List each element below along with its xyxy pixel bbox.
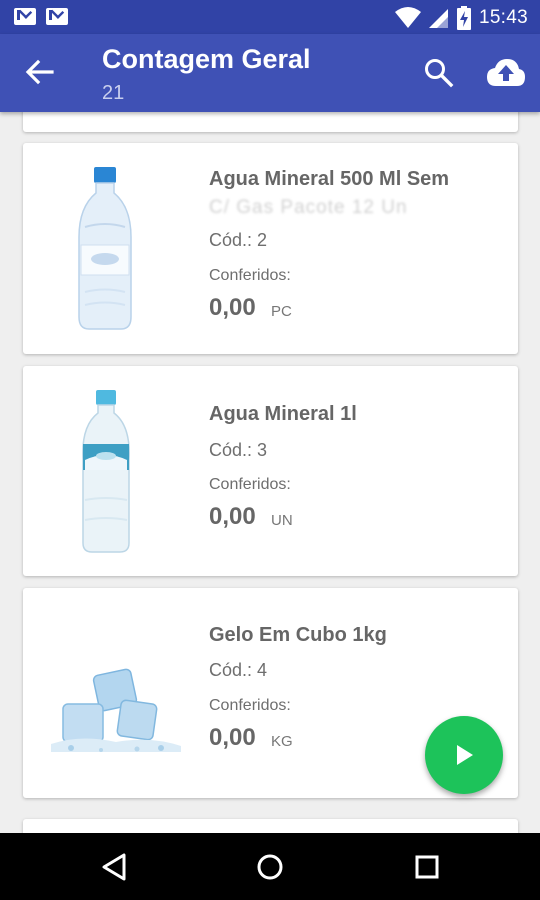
product-name-line2: C/ Gas Pacote 12 Un xyxy=(209,197,408,218)
product-image-water-bottle-1l xyxy=(82,390,130,553)
conferidos-label: Conferidos: xyxy=(209,476,291,493)
system-nav-bar xyxy=(0,833,540,900)
nav-back-icon[interactable] xyxy=(98,850,132,884)
product-card[interactable] xyxy=(23,819,518,833)
product-image-water-bottle-500ml xyxy=(78,167,132,330)
page-subtitle: 21 xyxy=(102,82,125,104)
page-title: Contagem Geral xyxy=(102,44,311,74)
notification-icons xyxy=(14,8,71,25)
product-code: Cód.: 3 xyxy=(209,440,268,460)
product-unit: UN xyxy=(271,512,293,529)
play-icon xyxy=(457,745,473,765)
status-bar: 15:43 xyxy=(0,0,540,34)
product-quantity: 0,00 xyxy=(209,294,256,321)
product-card[interactable] xyxy=(23,112,518,132)
product-image-ice-cubes xyxy=(51,668,181,752)
status-time: 15:43 xyxy=(478,7,528,28)
signal-icon xyxy=(428,9,448,28)
cloud-upload-icon[interactable] xyxy=(486,56,526,90)
product-name: Gelo Em Cubo 1kg xyxy=(209,624,387,646)
product-name: Agua Mineral 1l xyxy=(209,403,357,425)
product-quantity: 0,00 xyxy=(209,503,256,530)
product-quantity: 0,00 xyxy=(209,724,256,751)
product-card[interactable]: Agua Mineral 500 Ml Sem C/ Gas Pacote 12… xyxy=(23,143,518,354)
nav-recents-icon[interactable] xyxy=(410,850,444,884)
wifi-icon xyxy=(394,7,421,28)
conferidos-label: Conferidos: xyxy=(209,697,291,714)
product-unit: PC xyxy=(271,303,292,320)
gmail-icon xyxy=(14,8,39,25)
screen: 15:43 Contagem Geral 21 Agua Mineral 500… xyxy=(0,0,540,900)
gmail-icon xyxy=(46,8,71,25)
app-bar: Contagem Geral 21 xyxy=(0,34,540,112)
product-name: Agua Mineral 500 Ml Sem xyxy=(209,168,450,190)
conferidos-label: Conferidos: xyxy=(209,267,291,284)
start-count-button[interactable] xyxy=(425,716,503,794)
nav-home-icon[interactable] xyxy=(253,850,287,884)
back-arrow-icon[interactable] xyxy=(22,54,58,90)
product-code: Cód.: 2 xyxy=(209,230,268,250)
system-icons: 15:43 xyxy=(394,6,528,30)
product-card[interactable]: Agua Mineral 1l Cód.: 3 Conferidos: 0,00… xyxy=(23,366,518,576)
search-icon[interactable] xyxy=(422,56,456,90)
product-unit: KG xyxy=(271,733,293,750)
battery-charging-icon xyxy=(456,6,471,30)
product-code: Cód.: 4 xyxy=(209,660,268,680)
